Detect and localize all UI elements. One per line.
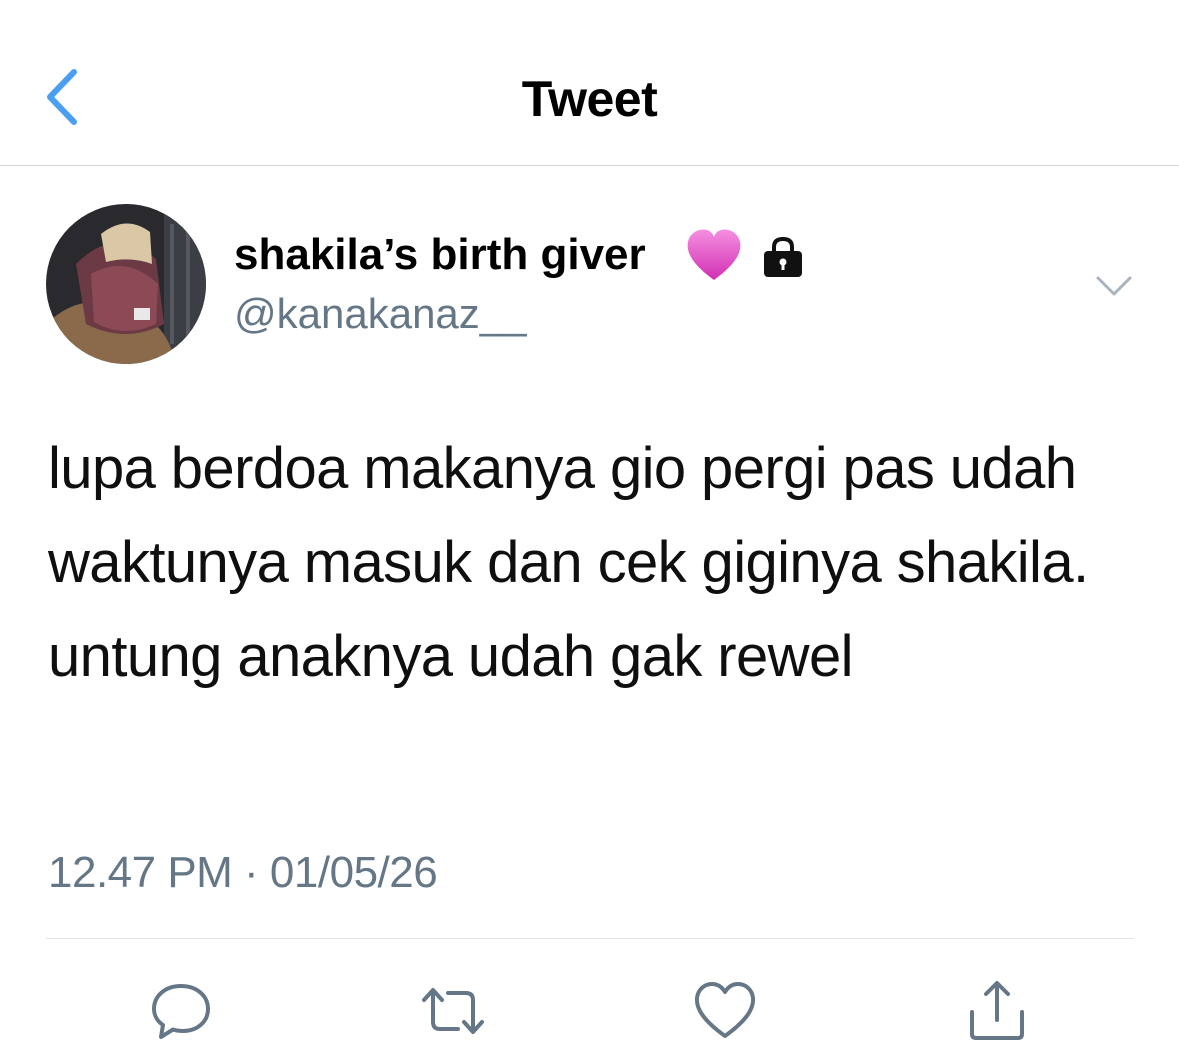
author-handle[interactable]: @kanakanaz__ (234, 290, 527, 338)
reply-button[interactable] (146, 976, 216, 1046)
divider (46, 938, 1134, 939)
share-icon (970, 981, 1024, 1040)
navigation-bar: Tweet (0, 0, 1179, 166)
tweet-text: lupa berdoa makanya gio pergi pas udah w… (48, 436, 1089, 689)
pink-heart-icon (687, 229, 741, 280)
avatar-image (46, 204, 206, 364)
author-display-name[interactable]: shakila’s birth giver (234, 230, 646, 280)
retweet-icon (422, 988, 484, 1034)
avatar[interactable] (46, 204, 206, 364)
tweet-options-button[interactable] (1094, 270, 1134, 300)
tweet-timestamp[interactable]: 12.47 PM · 01/05/26 (48, 848, 438, 898)
like-icon (694, 982, 756, 1038)
chevron-down-icon (1096, 276, 1132, 296)
page-title: Tweet (521, 71, 658, 127)
reply-icon (152, 984, 210, 1039)
lock-icon (764, 236, 802, 277)
retweet-button[interactable] (418, 976, 488, 1046)
like-button[interactable] (690, 976, 760, 1046)
share-button[interactable] (962, 976, 1032, 1046)
